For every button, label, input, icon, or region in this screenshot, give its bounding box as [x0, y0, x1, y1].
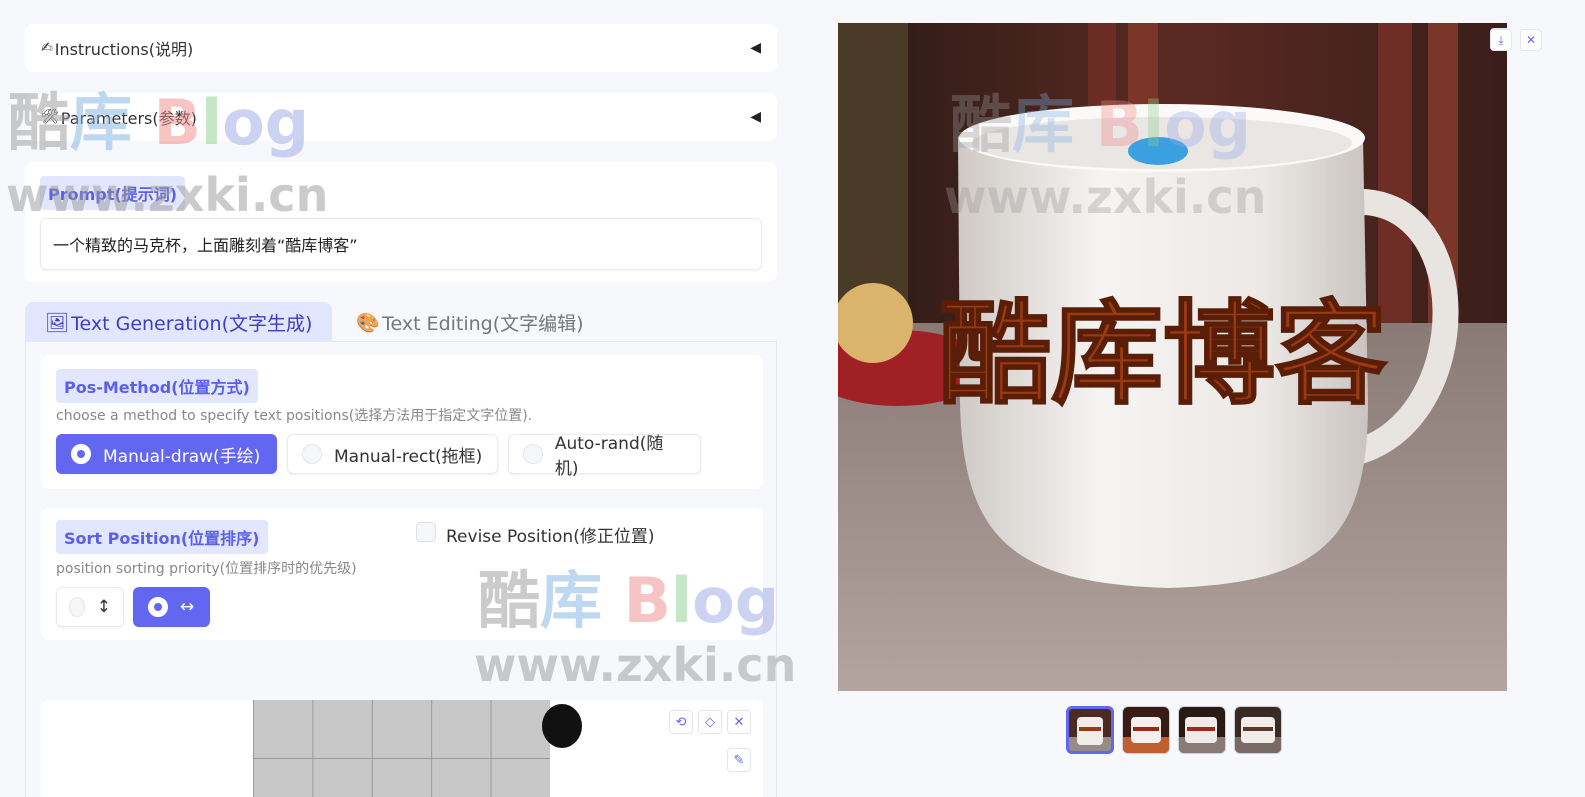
radio-dot: [69, 597, 85, 617]
parameters-accordion[interactable]: 🛠 Parameters(参数) ◀: [25, 93, 777, 141]
thumbnail-2[interactable]: [1122, 706, 1170, 754]
eraser-icon[interactable]: ◇: [698, 710, 722, 734]
thumbnail-4[interactable]: [1234, 706, 1282, 754]
tab-label: Text Generation(文字生成): [71, 312, 313, 335]
sort-position-block: Sort Position(位置排序) position sorting pri…: [41, 508, 763, 640]
thumbnail-3[interactable]: [1178, 706, 1226, 754]
thumbnail-image: [1179, 707, 1225, 753]
thumbnail-image: [1069, 709, 1111, 751]
collapse-arrow-icon[interactable]: ◀: [750, 109, 761, 125]
undo-icon[interactable]: ⟲: [669, 710, 693, 734]
brush-icon[interactable]: ✎: [727, 748, 751, 772]
mug-illustration: 酷库博客: [838, 23, 1507, 691]
sort-position-hint: position sorting priority(位置排序时的优先级): [56, 561, 357, 577]
palette-icon: 🎨: [356, 311, 381, 334]
result-image: 酷库博客 ⤓ ✕: [838, 23, 1507, 691]
radio-dot: [148, 597, 168, 617]
radio-manual-draw[interactable]: Manual-draw(手绘): [56, 434, 277, 474]
clear-icon[interactable]: ✕: [727, 710, 751, 734]
radio-dot: [71, 444, 91, 464]
radio-auto-rand[interactable]: Auto-rand(随机): [508, 434, 701, 479]
tab-text-editing[interactable]: 🎨 Text Editing(文字编辑): [332, 302, 603, 342]
download-icon[interactable]: ⤓: [1490, 29, 1512, 51]
instructions-label: Instructions(说明): [54, 40, 194, 59]
pos-method-hint: choose a method to specify text position…: [56, 408, 533, 424]
pos-method-block: Pos-Method(位置方式) choose a method to spec…: [41, 355, 763, 489]
drawn-stroke: [542, 704, 582, 748]
text-generation-panel: Pos-Method(位置方式) choose a method to spec…: [25, 341, 777, 797]
radio-label: ↕: [96, 597, 111, 617]
radio-label: Manual-rect(拖框): [334, 446, 483, 467]
radio-sort-vertical[interactable]: ↕: [56, 587, 124, 627]
thumbnail-1[interactable]: [1066, 706, 1114, 754]
prompt-input[interactable]: 一个精致的马克杯，上面雕刻着“酷库博客”: [40, 218, 762, 270]
radio-label: Manual-draw(手绘): [103, 446, 261, 467]
picture-icon: 🖼: [45, 311, 70, 334]
prompt-panel: Prompt(提示词) 一个精致的马克杯，上面雕刻着“酷库博客”: [25, 162, 777, 282]
revise-position-label: Revise Position(修正位置): [446, 527, 655, 547]
radio-dot: [523, 444, 543, 464]
revise-position-checkbox[interactable]: [416, 522, 436, 542]
radio-sort-horizontal[interactable]: ↔: [133, 587, 210, 627]
prompt-label: Prompt(提示词): [40, 176, 186, 210]
tools-icon: 🛠: [41, 109, 59, 125]
tab-text-generation[interactable]: 🖼 Text Generation(文字生成): [25, 302, 333, 342]
radio-manual-rect[interactable]: Manual-rect(拖框): [287, 434, 498, 474]
radio-label: Auto-rand(随机): [554, 434, 664, 479]
thumbnail-image: [1123, 707, 1169, 753]
collapse-arrow-icon[interactable]: ◀: [750, 40, 761, 56]
sort-position-label: Sort Position(位置排序): [56, 520, 268, 554]
result-thumbnails: [1066, 706, 1282, 754]
drawing-canvas-block: ⟲ ◇ ✕ ✎: [41, 700, 763, 797]
close-icon[interactable]: ✕: [1520, 29, 1542, 51]
drawing-canvas[interactable]: [253, 700, 550, 797]
tab-label: Text Editing(文字编辑): [382, 312, 584, 335]
thumbnail-image: [1235, 707, 1281, 753]
radio-label: ↔: [180, 597, 195, 617]
engraved-text: 酷库博客: [939, 289, 1387, 420]
mode-tabs: 🖼 Text Generation(文字生成) 🎨 Text Editing(文…: [25, 302, 604, 342]
parameters-label: Parameters(参数): [60, 109, 197, 128]
radio-dot: [302, 444, 322, 464]
pos-method-label: Pos-Method(位置方式): [56, 369, 258, 403]
pen-icon: ✍: [41, 40, 53, 56]
instructions-accordion[interactable]: ✍ Instructions(说明) ◀: [25, 24, 777, 72]
